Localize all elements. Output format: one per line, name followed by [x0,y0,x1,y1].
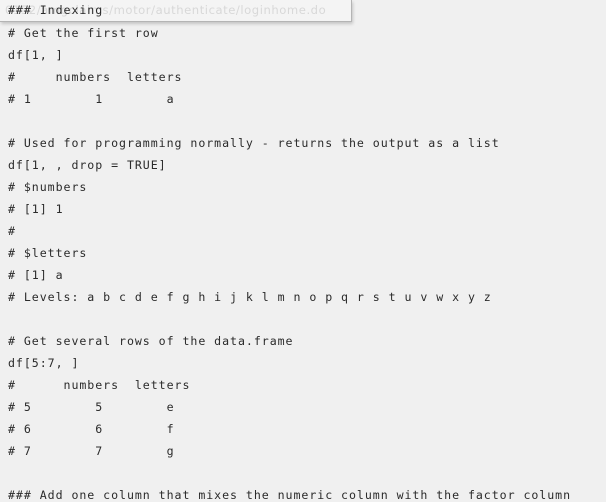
code-block: # Get the first row df[1, ] # numbers lett… [0,0,606,502]
code-line: # 5 5 e [8,400,175,414]
code-line: # [1] a [8,268,64,282]
code-line: # Get the first row [8,26,159,40]
code-line: # [8,224,16,238]
code-line: ### Add one column that mixes the numeri… [8,488,572,502]
code-line: df[1, , drop = TRUE] [8,158,167,172]
code-line: # $letters [8,246,88,260]
code-line: # Used for programming normally - return… [8,136,500,150]
code-line: df[1, ] [8,48,64,62]
section-heading-indexing: ### Indexing [8,3,104,17]
code-line: # $numbers [8,180,88,194]
code-line: df[5:7, ] [8,356,80,370]
code-line: # Get several rows of the data.frame [8,334,294,348]
code-line: # [1] 1 [8,202,64,216]
code-line: # 7 7 g [8,444,175,458]
code-line: # 6 6 f [8,422,175,436]
code-line: # numbers letters [8,378,191,392]
code-line: # 1 1 a [8,92,175,106]
code-line: # Levels: a b c d e f g h i j k l m n o … [8,290,492,304]
code-line: # numbers letters [8,70,183,84]
